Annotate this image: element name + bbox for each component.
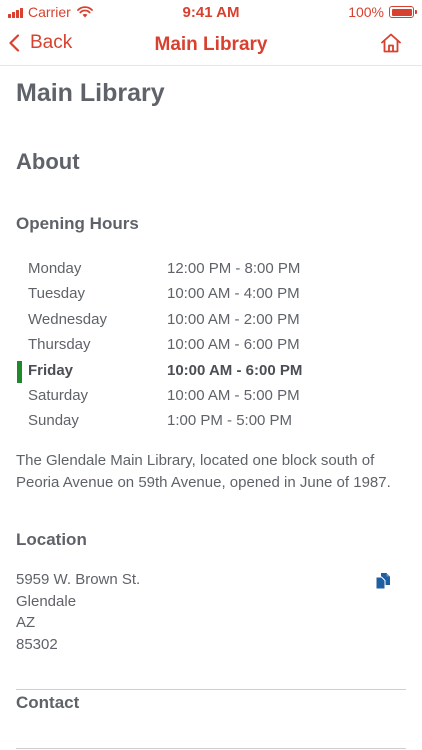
hours-time: 1:00 PM - 5:00 PM	[167, 412, 293, 430]
battery-fill	[391, 8, 412, 16]
opening-hours-list: Monday 12:00 PM - 8:00 PM Tuesday 10:00 …	[16, 258, 406, 436]
hours-row: Sunday 1:00 PM - 5:00 PM	[16, 410, 406, 435]
hours-row: Thursday 10:00 AM - 6:00 PM	[16, 334, 406, 359]
back-label: Back	[30, 32, 73, 53]
address-city: Glendale	[16, 592, 77, 610]
hours-day: Monday	[28, 260, 82, 277]
divider	[16, 689, 406, 690]
opening-hours-heading: Opening Hours	[16, 214, 139, 233]
hours-time: 10:00 AM - 6:00 PM	[167, 336, 300, 354]
address-zip: 85302	[16, 635, 58, 653]
copy-icon[interactable]	[374, 572, 392, 590]
navigation-bar: Back Main Library	[0, 24, 422, 66]
hours-day: Saturday	[28, 386, 89, 404]
home-icon[interactable]	[380, 32, 402, 54]
address-block: 5959 W. Brown St. Glendale AZ 85302	[16, 569, 140, 655]
hours-time: 10:00 AM - 4:00 PM	[167, 285, 300, 303]
hours-day: Thursday	[28, 336, 91, 354]
hours-day: Tuesday	[28, 285, 85, 303]
hours-day: Sunday	[28, 412, 79, 430]
hours-time: 10:00 AM - 2:00 PM	[167, 310, 300, 328]
status-bar: Carrier 9:41 AM 100%	[0, 0, 422, 24]
hours-row: Monday 12:00 PM - 8:00 PM	[16, 258, 406, 283]
divider	[16, 748, 406, 749]
hours-row-today: Friday 10:00 AM - 6:00 PM	[16, 360, 406, 385]
page-title: Main Library	[16, 79, 165, 107]
status-right: 100%	[348, 4, 417, 20]
back-button[interactable]: Back	[8, 32, 72, 54]
library-description: The Glendale Main Library, located one b…	[16, 452, 391, 491]
hours-row: Saturday 10:00 AM - 5:00 PM	[16, 385, 406, 410]
hours-day: Wednesday	[28, 310, 107, 328]
today-marker	[17, 360, 22, 383]
hours-row: Wednesday 10:00 AM - 2:00 PM	[16, 309, 406, 334]
hours-row: Tuesday 10:00 AM - 4:00 PM	[16, 283, 406, 308]
contact-heading: Contact	[16, 693, 80, 712]
address-street: 5959 W. Brown St.	[16, 571, 141, 588]
address-state: AZ	[16, 614, 36, 631]
chevron-left-icon	[9, 34, 20, 52]
hours-time: 10:00 AM - 6:00 PM	[167, 361, 303, 379]
battery-icon	[389, 6, 417, 18]
battery-percent: 100%	[348, 4, 384, 20]
about-heading: About	[16, 149, 80, 174]
location-heading: Location	[16, 530, 87, 549]
hours-day: Friday	[28, 361, 74, 379]
hours-time: 12:00 PM - 8:00 PM	[167, 260, 301, 277]
hours-time: 10:00 AM - 5:00 PM	[167, 386, 300, 404]
